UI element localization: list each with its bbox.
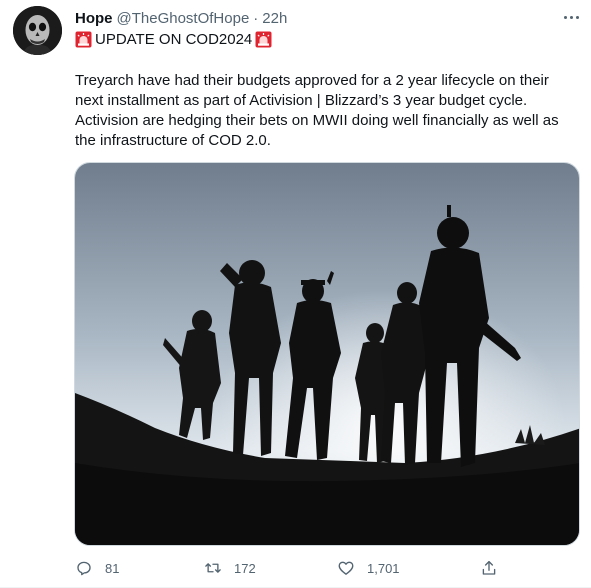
- retweet-button[interactable]: 172: [204, 556, 256, 580]
- share-button[interactable]: [480, 556, 498, 580]
- reply-icon: [77, 561, 91, 576]
- headline-text: UPDATE ON COD2024: [95, 30, 253, 48]
- more-dot: [575, 15, 579, 19]
- tweet-image[interactable]: [74, 162, 580, 546]
- heart-icon: [338, 561, 354, 575]
- avatar[interactable]: [13, 6, 62, 55]
- tweet-text: Treyarch have had their budgets approved…: [75, 72, 559, 149]
- soldiers-silhouette-image: [75, 163, 579, 545]
- police-light-icon: [255, 31, 272, 47]
- tweet-actions: 81 172 1,701: [75, 556, 505, 580]
- like-count: 1,701: [367, 560, 400, 576]
- timestamp[interactable]: 22h: [262, 10, 287, 27]
- retweet-icon: [205, 563, 221, 573]
- more-horizontal-icon: [563, 15, 567, 19]
- reply-count: 81: [105, 560, 120, 576]
- skull-mask-icon: [13, 6, 62, 55]
- share-icon: [482, 560, 496, 575]
- author-name[interactable]: Hope: [75, 10, 113, 27]
- more-dot: [569, 15, 573, 19]
- retweet-count: 172: [234, 560, 256, 576]
- author-handle[interactable]: @TheGhostOfHope: [117, 10, 250, 27]
- more-options-button[interactable]: [558, 6, 584, 28]
- reply-button[interactable]: 81: [75, 556, 119, 580]
- tweet-headline: UPDATE ON COD2024: [75, 29, 272, 49]
- tweet[interactable]: Hope @TheGhostOfHope · 22h UPDATE ON COD…: [0, 0, 591, 588]
- police-light-icon: [75, 31, 92, 47]
- like-button[interactable]: 1,701: [337, 556, 400, 580]
- separator-dot: ·: [253, 9, 259, 27]
- tweet-header: Hope @TheGhostOfHope · 22h: [75, 8, 287, 28]
